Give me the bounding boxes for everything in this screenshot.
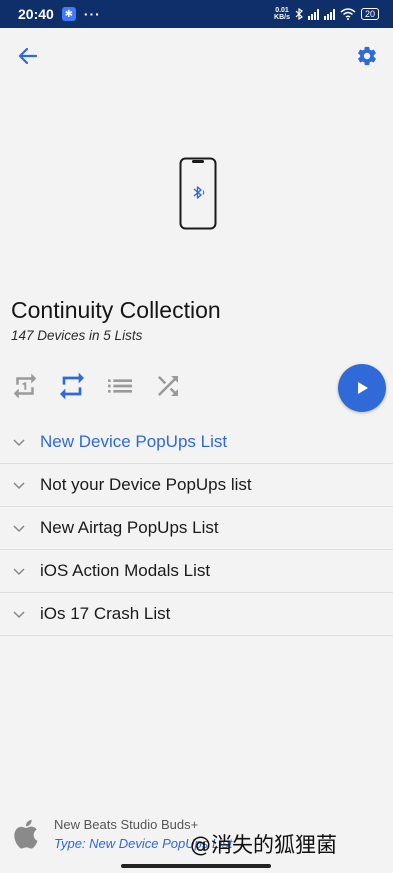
arrow-left-icon	[18, 47, 38, 65]
list-item-label: Not your Device PopUps list	[40, 475, 252, 494]
chevron-down-icon	[13, 482, 25, 490]
phone-icon	[179, 157, 217, 230]
collection-subtitle: 147 Devices in 5 Lists	[11, 328, 143, 343]
repeat-one-icon	[13, 373, 37, 399]
wifi-icon	[340, 8, 356, 20]
repeat-button[interactable]	[56, 370, 88, 402]
bluetooth-icon	[295, 8, 303, 20]
speed-value: 0.01	[275, 7, 289, 14]
status-right: 0.01 KB/s 20	[274, 7, 379, 21]
list-item-label: New Airtag PopUps List	[40, 518, 219, 537]
list-item-ios-action-modals[interactable]: iOS Action Modals List	[0, 550, 393, 593]
bluetooth-badge-icon: ✱	[61, 7, 76, 21]
collection-title: Continuity Collection	[11, 297, 221, 323]
repeat-icon	[60, 372, 84, 400]
chevron-down-icon	[13, 568, 25, 576]
status-bar: 20:40 ✱ ··· 0.01 KB/s 20	[0, 0, 393, 28]
list-view-button[interactable]	[104, 370, 136, 402]
more-notifications-icon: ···	[83, 6, 101, 22]
shuffle-icon	[158, 376, 178, 396]
list-item-label: iOS Action Modals List	[40, 561, 211, 580]
list-item-ios17-crash[interactable]: iOs 17 Crash List	[0, 593, 393, 636]
playback-controls	[0, 364, 393, 412]
back-button[interactable]	[14, 42, 42, 70]
list-item-new-device-popups[interactable]: New Device PopUps List	[0, 421, 393, 464]
status-left: 20:40 ✱ ···	[18, 6, 101, 22]
device-lists: New Device PopUps List Not your Device P…	[0, 421, 393, 636]
chevron-down-icon	[13, 439, 25, 447]
chevron-down-icon	[13, 525, 25, 533]
now-playing-name: New Beats Studio Buds+	[54, 817, 199, 832]
play-icon	[358, 382, 368, 394]
list-item-label: iOs 17 Crash List	[40, 604, 171, 623]
phone-bluetooth-illustration	[179, 157, 217, 230]
repeat-one-button[interactable]	[9, 370, 41, 402]
gear-icon	[358, 46, 376, 66]
signal-2-icon	[323, 8, 335, 20]
signal-icon	[307, 8, 319, 20]
play-button[interactable]	[338, 364, 386, 412]
chevron-down-icon	[13, 611, 25, 619]
speed-unit: KB/s	[274, 14, 290, 21]
battery-icon: 20	[360, 8, 379, 20]
settings-button[interactable]	[353, 42, 381, 70]
top-app-bar	[0, 38, 393, 72]
network-speed: 0.01 KB/s	[274, 7, 290, 21]
status-time: 20:40	[18, 6, 54, 22]
list-item-new-airtag-popups[interactable]: New Airtag PopUps List	[0, 507, 393, 550]
shuffle-button[interactable]	[152, 370, 184, 402]
home-indicator[interactable]	[121, 864, 271, 868]
list-item-label: New Device PopUps List	[40, 432, 228, 451]
watermark: @消失的狐狸菌	[190, 833, 337, 857]
list-item-not-your-device-popups[interactable]: Not your Device PopUps list	[0, 464, 393, 507]
apple-logo-icon	[14, 819, 38, 849]
list-icon	[108, 379, 132, 393]
